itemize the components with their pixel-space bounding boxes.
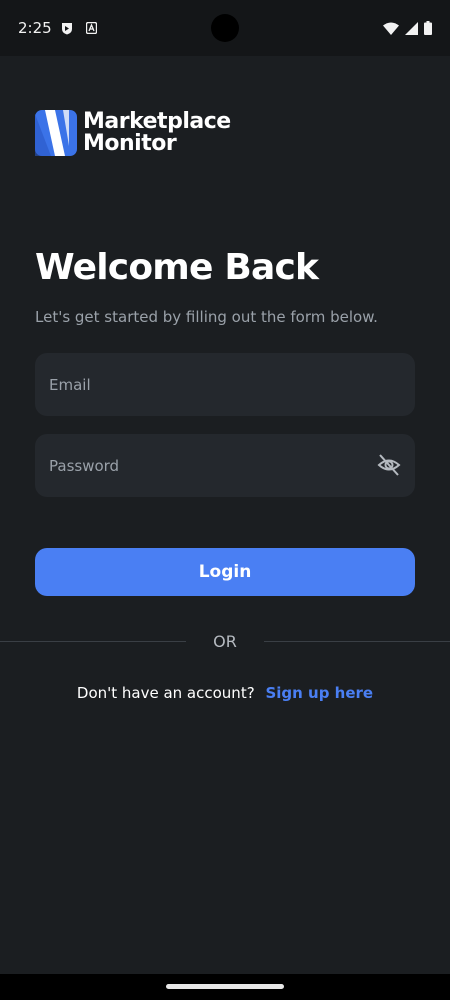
signal-icon (405, 21, 418, 35)
divider-text: OR (213, 632, 237, 651)
divider-line-right (264, 641, 450, 642)
visibility-off-icon[interactable] (377, 454, 401, 476)
password-input[interactable] (35, 434, 415, 497)
email-input[interactable] (35, 353, 415, 416)
a-icon (86, 22, 97, 34)
divider-line-left (0, 641, 186, 642)
camera-cutout (211, 14, 239, 42)
page-subtitle: Let's get started by filling out the for… (35, 308, 378, 326)
signup-link[interactable]: Sign up here (265, 684, 373, 702)
signup-prompt: Don't have an account? (76, 684, 255, 702)
app-logo: Marketplace Monitor (35, 110, 231, 156)
logo-line-2: Monitor (83, 131, 177, 156)
status-icons (383, 20, 432, 36)
login-button[interactable]: Login (35, 548, 415, 596)
logo-text: Marketplace Monitor (83, 111, 231, 155)
navigation-bar (0, 974, 450, 1000)
logo-mark-icon (35, 110, 77, 156)
email-field (35, 353, 415, 416)
status-bar: 2:25 (0, 0, 450, 56)
home-indicator[interactable] (166, 984, 284, 989)
page-title: Welcome Back (35, 247, 319, 288)
password-field (35, 434, 415, 497)
battery-icon (424, 21, 432, 35)
status-time: 2:25 (18, 19, 52, 37)
signup-row: Don't have an account? Sign up here (0, 684, 450, 702)
wifi-icon (383, 22, 399, 35)
shield-icon (62, 23, 72, 35)
logo-line-1: Marketplace (83, 109, 231, 134)
